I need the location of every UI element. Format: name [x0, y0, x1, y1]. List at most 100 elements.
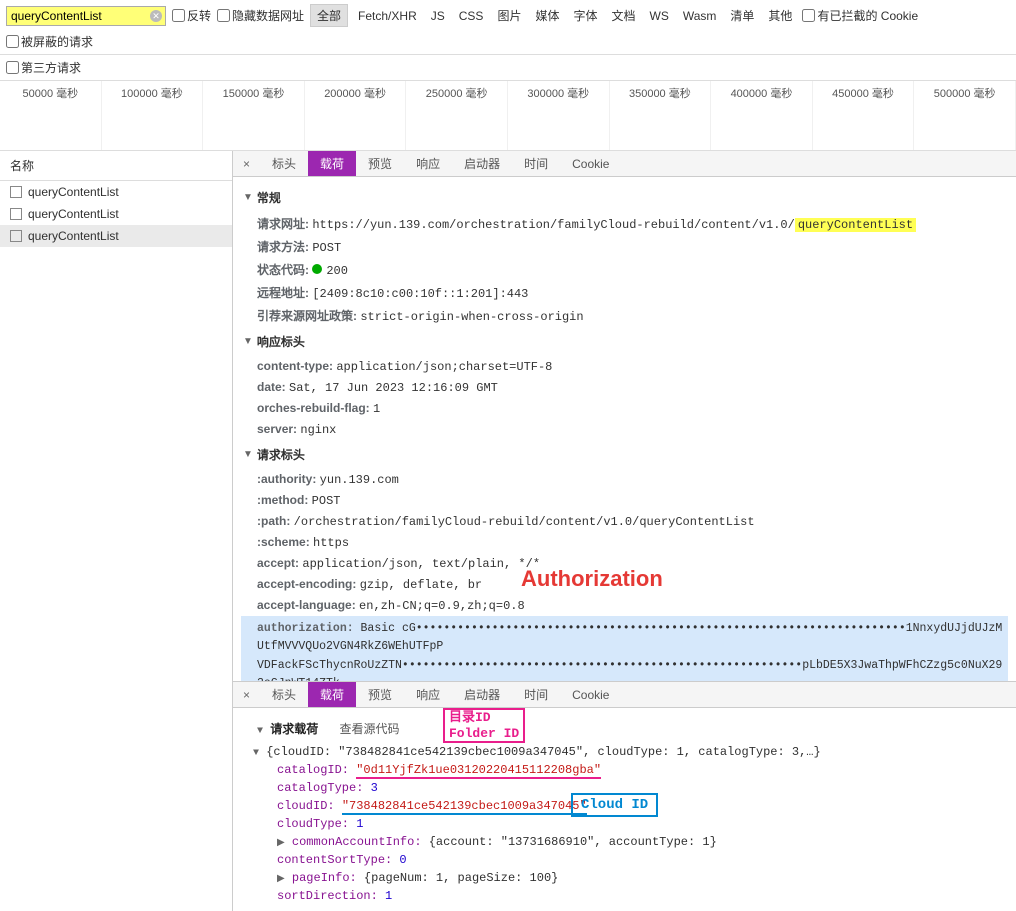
tab-response-2[interactable]: 响应 — [404, 682, 452, 707]
timeline-tick: 100000 毫秒 — [102, 81, 204, 150]
tab-preview[interactable]: 预览 — [356, 151, 404, 176]
response-header-row: orches-rebuild-flag: 1 — [241, 398, 1008, 419]
tab-headers[interactable]: 标头 — [260, 151, 308, 176]
request-details-pane: × 标头 载荷 预览 响应 启动器 时间 Cookie ▼常规 请求网址: ht… — [233, 151, 1016, 911]
filter-ws[interactable]: WS — [646, 7, 673, 25]
payload-page-info[interactable]: ▶ pageInfo: {pageNum: 1, pageSize: 100} — [241, 869, 1008, 887]
filter-fetch-xhr[interactable]: Fetch/XHR — [354, 7, 421, 25]
payload-content-sort-type: contentSortType: 0 — [241, 851, 1008, 869]
annotation-authorization: Authorization — [521, 566, 663, 592]
status-code: 状态代码: 200 — [241, 258, 1008, 281]
timeline-tick: 150000 毫秒 — [203, 81, 305, 150]
timeline-tick: 500000 毫秒 — [914, 81, 1016, 150]
request-list-pane: 名称 queryContentList queryContentList que… — [0, 151, 233, 911]
filter-input[interactable] — [6, 6, 166, 26]
triangle-down-icon: ▼ — [243, 192, 253, 203]
response-header-row: server: nginx — [241, 419, 1008, 440]
tab-response[interactable]: 响应 — [404, 151, 452, 176]
blocked-cookies-checkbox[interactable]: 有已拦截的 Cookie — [802, 7, 918, 24]
timeline-tick: 350000 毫秒 — [610, 81, 712, 150]
filter-manifest[interactable]: 清单 — [726, 5, 758, 26]
filter-font[interactable]: 字体 — [569, 5, 601, 26]
timeline-tick: 200000 毫秒 — [305, 81, 407, 150]
invert-checkbox[interactable]: 反转 — [172, 7, 211, 24]
payload-cloud-type: cloudType: 1 — [241, 815, 1008, 833]
payload-sort-direction: sortDirection: 1 — [241, 887, 1008, 905]
section-request-headers[interactable]: ▼请求标头 — [241, 440, 1008, 469]
payload-summary[interactable]: ▼ {cloudID: "738482841ce542139cbec1009a3… — [241, 743, 1008, 761]
response-header-row: date: Sat, 17 Jun 2023 12:16:09 GMT — [241, 377, 1008, 398]
hide-data-urls-checkbox[interactable]: 隐藏数据网址 — [217, 7, 304, 24]
tab-payload[interactable]: 载荷 — [308, 151, 356, 176]
clear-filter-icon[interactable]: ✕ — [150, 10, 162, 22]
timeline[interactable]: 50000 毫秒 100000 毫秒 150000 毫秒 200000 毫秒 2… — [0, 81, 1016, 151]
referrer-policy: 引荐来源网址政策: strict-origin-when-cross-origi… — [241, 304, 1008, 327]
filter-wasm[interactable]: Wasm — [679, 7, 721, 25]
filter-img[interactable]: 图片 — [493, 5, 525, 26]
view-source-link[interactable]: 查看源代码 — [339, 723, 399, 737]
tab-cookies-2[interactable]: Cookie — [560, 684, 621, 706]
request-method: 请求方法: POST — [241, 235, 1008, 258]
tab-initiator[interactable]: 启动器 — [452, 151, 512, 176]
filter-doc[interactable]: 文档 — [607, 5, 639, 26]
timeline-tick: 250000 毫秒 — [406, 81, 508, 150]
payload-body: 目录ID Folder ID ▼ 请求载荷 查看源代码 ▼ {cloudID: … — [233, 708, 1016, 911]
section-response-headers[interactable]: ▼响应标头 — [241, 327, 1008, 356]
status-dot-icon — [312, 264, 322, 274]
tab-preview-2[interactable]: 预览 — [356, 682, 404, 707]
network-toolbar: ✕ 反转 隐藏数据网址 全部 Fetch/XHR JS CSS 图片 媒体 字体… — [0, 0, 1016, 55]
triangle-down-icon: ▼ — [257, 726, 263, 737]
request-row[interactable]: queryContentList — [0, 181, 232, 203]
timeline-tick: 450000 毫秒 — [813, 81, 915, 150]
request-row[interactable]: queryContentList — [0, 203, 232, 225]
request-header-row: :method: POST — [241, 490, 1008, 511]
tab-cookies[interactable]: Cookie — [560, 153, 621, 175]
tab-headers-2[interactable]: 标头 — [260, 682, 308, 707]
triangle-down-icon: ▼ — [253, 748, 259, 759]
annotation-folder-id: 目录ID Folder ID — [443, 708, 525, 743]
filter-other[interactable]: 其他 — [764, 5, 796, 26]
timeline-tick: 300000 毫秒 — [508, 81, 610, 150]
request-icon — [10, 230, 22, 242]
payload-tabs: × 标头 载荷 预览 响应 启动器 时间 Cookie — [233, 682, 1016, 708]
remote-address: 远程地址: [2409:8c10:c00:10f::1:201]:443 — [241, 281, 1008, 304]
request-header-row: accept-encoding: gzip, deflate, br Autho… — [241, 574, 1008, 595]
network-toolbar-row2: 第三方请求 — [0, 55, 1016, 81]
filter-all-button[interactable]: 全部 — [310, 4, 348, 27]
request-list-header[interactable]: 名称 — [0, 151, 232, 181]
timeline-tick: 50000 毫秒 — [0, 81, 102, 150]
section-general[interactable]: ▼常规 — [241, 183, 1008, 212]
filter-js[interactable]: JS — [427, 7, 449, 25]
request-header-row: :path: /orchestration/familyCloud-rebuil… — [241, 511, 1008, 532]
tab-timing-2[interactable]: 时间 — [512, 682, 560, 707]
response-header-row: content-type: application/json;charset=U… — [241, 356, 1008, 377]
triangle-down-icon: ▼ — [243, 449, 253, 460]
payload-common-account[interactable]: ▶ commonAccountInfo: {account: "13731686… — [241, 833, 1008, 851]
payload-section-header: ▼ 请求载荷 查看源代码 — [241, 714, 1008, 743]
request-url: 请求网址: https://yun.139.com/orchestration/… — [241, 212, 1008, 235]
payload-cloud-id: cloudID: "738482841ce542139cbec1009a3470… — [241, 797, 1008, 815]
tab-timing[interactable]: 时间 — [512, 151, 560, 176]
request-icon — [10, 208, 22, 220]
filter-css[interactable]: CSS — [455, 7, 488, 25]
timeline-tick: 400000 毫秒 — [711, 81, 813, 150]
payload-panel: × 标头 载荷 预览 响应 启动器 时间 Cookie 目录ID Folder … — [233, 681, 1016, 911]
close-details-button[interactable]: × — [233, 153, 260, 175]
triangle-down-icon: ▼ — [243, 336, 253, 347]
detail-tabs: × 标头 载荷 预览 响应 启动器 时间 Cookie — [233, 151, 1016, 177]
request-row[interactable]: queryContentList — [0, 225, 232, 247]
close-payload-button[interactable]: × — [233, 684, 260, 706]
request-header-row: :scheme: https — [241, 532, 1008, 553]
tab-initiator-2[interactable]: 启动器 — [452, 682, 512, 707]
authorization-header: authorization: Basic cG•••••••••••••••••… — [241, 616, 1008, 681]
blocked-requests-checkbox[interactable]: 被屏蔽的请求 — [6, 33, 93, 50]
request-icon — [10, 186, 22, 198]
triangle-right-icon: ▶ — [277, 838, 285, 849]
filter-media[interactable]: 媒体 — [531, 5, 563, 26]
tab-payload-2[interactable]: 载荷 — [308, 682, 356, 707]
annotation-cloud-id: Cloud ID — [571, 793, 658, 817]
third-party-checkbox[interactable]: 第三方请求 — [6, 59, 81, 76]
request-header-row: accept-language: en,zh-CN;q=0.9,zh;q=0.8 — [241, 595, 1008, 616]
triangle-right-icon: ▶ — [277, 874, 285, 885]
split-panel: 名称 queryContentList queryContentList que… — [0, 151, 1016, 911]
